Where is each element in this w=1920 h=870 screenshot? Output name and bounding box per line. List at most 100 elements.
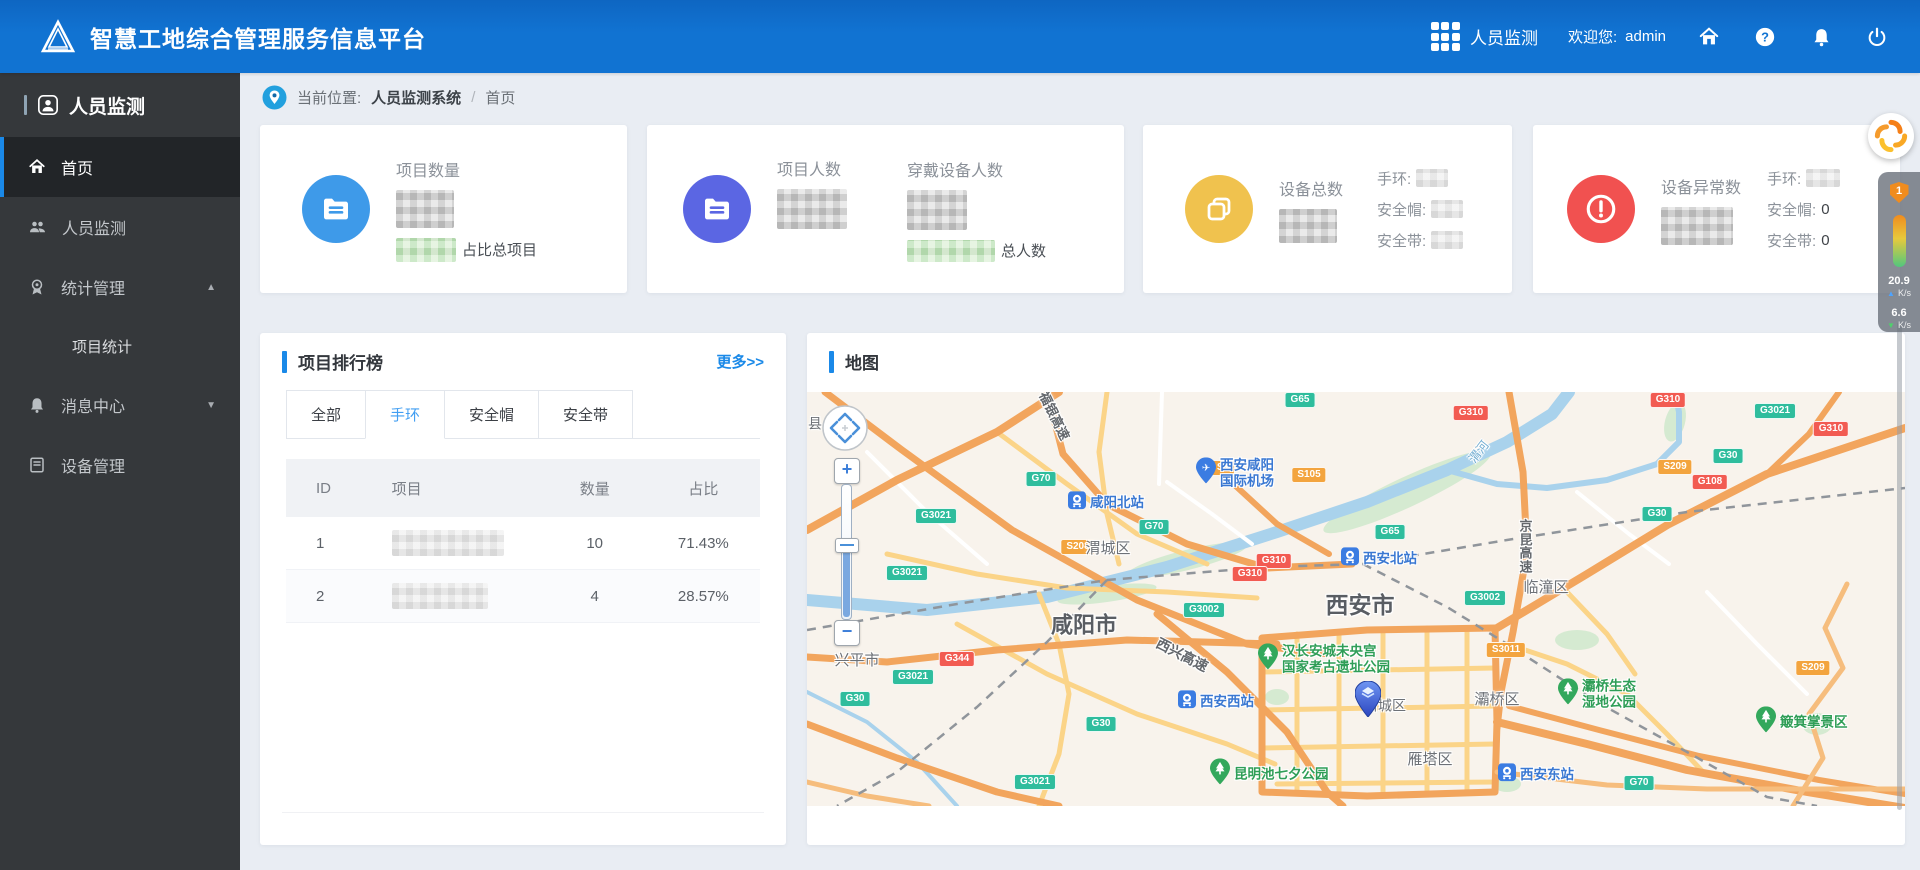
poi-label: 西安咸阳 国际机场 (1220, 457, 1274, 488)
tab-belt[interactable]: 安全带 (538, 390, 634, 438)
sidebar-item-label: 设备管理 (61, 459, 126, 476)
road-badge: G3002 (1182, 602, 1226, 618)
road-badge: G65 (1284, 392, 1316, 408)
road-badge: G3021 (885, 565, 929, 581)
sidebar-subitem-label: 项目统计 (72, 338, 133, 356)
speed-monitor-panel[interactable]: 1 20.9 ▲ K/s 6.6 ▼ K/s (1878, 172, 1920, 332)
map-pan-control[interactable] (821, 404, 869, 457)
redacted-value (1431, 231, 1464, 249)
redacted-value (1431, 200, 1464, 218)
poi-label: 西安西站 (1200, 693, 1254, 709)
park-pin-icon (1258, 643, 1278, 674)
road-badge: G30 (1085, 716, 1117, 732)
road-badge: G3002 (1463, 590, 1507, 606)
road-badge: G310 (1649, 392, 1687, 408)
more-link[interactable]: 更多>> (716, 351, 764, 372)
alert-icon (1567, 175, 1635, 243)
map-poi: ✈ 西安咸阳 国际机场 (1196, 457, 1274, 488)
down-arrow-icon: ▼ (1887, 321, 1895, 331)
sidebar-title: 人员监测 (0, 73, 240, 137)
bell-icon (31, 398, 43, 413)
widget-stem (1897, 322, 1902, 810)
road-badge: G30 (1712, 448, 1744, 464)
road-badge: S105 (1291, 467, 1327, 483)
poi-label: 西安北站 (1363, 550, 1417, 566)
tab-bracelet[interactable]: 手环 (365, 390, 446, 439)
zoom-out-button[interactable]: − (834, 620, 860, 646)
project-ranking-panel: 项目排行榜 更多>> 全部 手环 安全帽 安全带 ID 项目 数量 占比 1 1… (260, 333, 786, 845)
welcome-user[interactable]: 欢迎您: admin (1568, 26, 1666, 47)
col-header-pct: 占比 (688, 480, 719, 498)
download-speed: 6.6 ▼ K/s (1887, 307, 1911, 331)
help-icon[interactable]: ? (1752, 24, 1778, 50)
cell-id: 2 (316, 587, 325, 605)
location-pin-icon (262, 85, 287, 109)
map-marker-pin[interactable] (1354, 680, 1382, 722)
road-badge: S209 (1657, 459, 1693, 475)
road-badge: G3021 (914, 508, 958, 524)
app-switcher[interactable]: 人员监测 (1430, 22, 1538, 51)
road-badge: S209 (1795, 660, 1831, 676)
redacted-value (1416, 169, 1449, 187)
sidebar-item-home[interactable]: 首页 (0, 137, 240, 197)
poi-label: 咸阳北站 (1090, 494, 1144, 510)
cell-id: 1 (316, 534, 325, 552)
sidebar-item-statistics[interactable]: 统计管理 ▲ (0, 257, 240, 317)
bell-icon[interactable] (1808, 24, 1834, 50)
cell-pct: 28.57% (677, 587, 729, 605)
sidebar-item-messages[interactable]: 消息中心 ▼ (0, 375, 240, 435)
sidebar-item-devices[interactable]: 设备管理 (0, 435, 240, 495)
panel-title: 项目排行榜 (298, 354, 383, 373)
breadcrumb: 当前位置: 人员监测系统 / 首页 (240, 73, 1920, 121)
map-poi: 咸阳北站 (1068, 491, 1144, 514)
poi-label: 簸箕掌景区 (1780, 714, 1848, 730)
home-icon[interactable] (1696, 24, 1722, 50)
map-canvas[interactable]: G65 G70 G70 S1 S105 G3021 G3021 S208 G310 G310 G31… (807, 392, 1905, 806)
redacted-value (1661, 206, 1733, 245)
up-arrow-icon: ▲ (1887, 289, 1895, 299)
chevron-up-icon: ▲ (206, 281, 216, 293)
security-ball-button[interactable] (1868, 113, 1914, 159)
map-labels-layer: G65 G70 G70 S1 S105 G3021 G3021 S208 G310 G310 G31… (807, 392, 1905, 806)
poi-label: 昆明池七夕公园 (1234, 766, 1329, 782)
zoom-slider-handle[interactable] (835, 538, 859, 553)
breadcrumb-system-link[interactable]: 人员监测系统 (371, 87, 461, 108)
map-place-label: 雁塔区 (1407, 751, 1453, 769)
svg-text:?: ? (1761, 29, 1769, 44)
power-icon[interactable] (1864, 24, 1890, 50)
sidebar-title-label: 人员监测 (69, 96, 146, 118)
tab-all[interactable]: 全部 (286, 390, 367, 438)
tab-helmet[interactable]: 安全帽 (444, 390, 540, 438)
card-title: 项目人数 (777, 161, 842, 179)
map-poi: 簸箕掌景区 (1756, 706, 1848, 737)
app-switcher-label: 人员监测 (1469, 29, 1538, 48)
map-place-label: 渭河 (1465, 438, 1492, 466)
zoom-in-button[interactable]: + (834, 458, 860, 484)
breadcrumb-prefix: 当前位置: (297, 89, 362, 107)
home-icon (29, 159, 45, 173)
cell-count: 10 (586, 534, 604, 552)
train-station-icon (1341, 547, 1359, 570)
device-row-label: 手环: (1377, 170, 1412, 188)
map-place-label: 西兴高速 (1153, 634, 1211, 675)
road-badge: G344 (938, 651, 976, 667)
map-poi: 汉长安城未央宫 国家考古遗址公园 (1258, 643, 1390, 674)
panel-title: 地图 (845, 354, 879, 373)
upload-speed: 20.9 ▲ K/s (1887, 275, 1911, 299)
medal-icon (31, 279, 43, 295)
card-device-total: 设备总数 手环: 安全帽: 安全带: (1143, 125, 1512, 293)
welcome-label: 欢迎您: (1567, 29, 1618, 46)
map-poi: 灞桥生态 湿地公园 (1558, 678, 1636, 709)
device-row-value: 0 (1821, 200, 1830, 218)
users-icon (30, 221, 45, 233)
sidebar-subitem-project-stats[interactable]: 项目统计 (0, 317, 240, 375)
breadcrumb-current-page[interactable]: 首页 (485, 87, 515, 108)
device-icon (30, 457, 44, 473)
redacted-value (1806, 169, 1841, 187)
sidebar-title-bar (24, 95, 27, 115)
map-place-label: 京昆高速 (1519, 518, 1533, 575)
redacted-project-name (391, 583, 488, 609)
table-header-row: ID 项目 数量 占比 (286, 459, 760, 517)
sidebar-item-personnel[interactable]: 人员监测 (0, 197, 240, 257)
top-header: 智慧工地综合管理服务信息平台 人员监测 欢迎您: admin ? (0, 0, 1920, 73)
